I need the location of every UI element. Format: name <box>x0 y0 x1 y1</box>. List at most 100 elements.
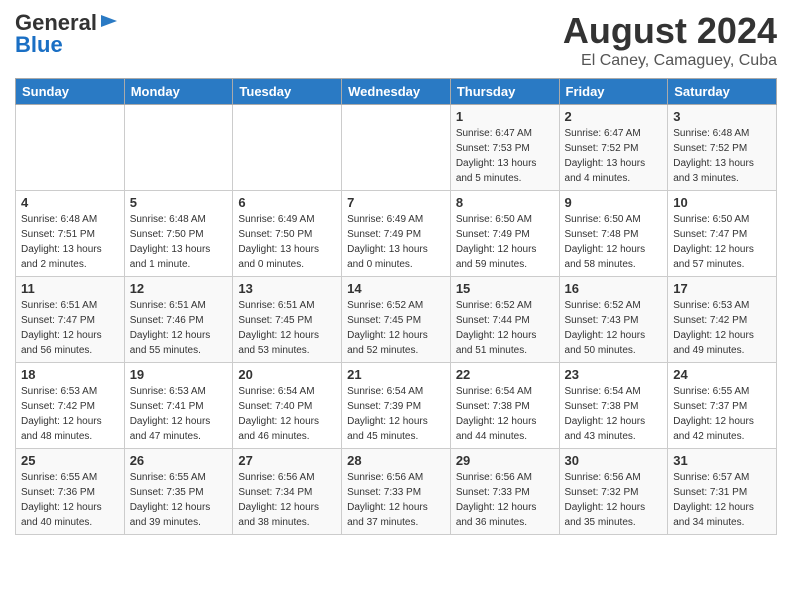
location-subtitle: El Caney, Camaguey, Cuba <box>563 52 777 70</box>
calendar-cell: 27 Sunrise: 6:56 AMSunset: 7:34 PMDayligh… <box>233 449 342 535</box>
calendar-week-row: 1Sunrise: 6:47 AMSunset: 7:53 PMDaylight… <box>16 105 777 191</box>
calendar-table: SundayMondayTuesdayWednesdayThursdayFrid… <box>15 78 777 535</box>
day-info: Sunrise: 6:49 AMSunset: 7:50 PMDaylight:… <box>238 212 336 272</box>
col-header-thursday: Thursday <box>450 79 559 105</box>
calendar-cell: 15Sunrise: 6:52 AMSunset: 7:44 PMDayligh… <box>450 277 559 363</box>
calendar-cell: 19 Sunrise: 6:53 AMSunset: 7:41 PMDayligh… <box>124 363 233 449</box>
calendar-cell: 20Sunrise: 6:54 AMSunset: 7:40 PMDayligh… <box>233 363 342 449</box>
day-number: 23 <box>565 367 663 382</box>
col-header-tuesday: Tuesday <box>233 79 342 105</box>
day-info: Sunrise: 6:56 AMSunset: 7:33 PMDaylight:… <box>347 470 445 530</box>
day-info: Sunrise: 6:55 AMSunset: 7:36 PMDaylight:… <box>21 470 119 530</box>
day-info: Sunrise: 6:50 AMSunset: 7:47 PMDaylight:… <box>673 212 771 272</box>
day-number: 11 <box>21 281 119 296</box>
day-info: Sunrise: 6:52 AMSunset: 7:43 PMDaylight:… <box>565 298 663 358</box>
logo: General Blue <box>15 10 121 58</box>
day-number: 19 <box>130 367 228 382</box>
day-number: 3 <box>673 109 771 124</box>
calendar-header-row: SundayMondayTuesdayWednesdayThursdayFrid… <box>16 79 777 105</box>
calendar-cell: 23 Sunrise: 6:54 AMSunset: 7:38 PMDayligh… <box>559 363 668 449</box>
day-info: Sunrise: 6:55 AMSunset: 7:37 PMDaylight:… <box>673 384 771 444</box>
calendar-cell: 24Sunrise: 6:55 AMSunset: 7:37 PMDayligh… <box>668 363 777 449</box>
day-info: Sunrise: 6:53 AMSunset: 7:41 PMDaylight:… <box>130 384 228 444</box>
day-number: 12 <box>130 281 228 296</box>
day-info: Sunrise: 6:47 AMSunset: 7:53 PMDaylight:… <box>456 126 554 186</box>
day-info: Sunrise: 6:49 AMSunset: 7:49 PMDaylight:… <box>347 212 445 272</box>
day-number: 25 <box>21 453 119 468</box>
day-number: 22 <box>456 367 554 382</box>
day-number: 31 <box>673 453 771 468</box>
calendar-cell: 2 Sunrise: 6:47 AMSunset: 7:52 PMDaylight… <box>559 105 668 191</box>
col-header-sunday: Sunday <box>16 79 125 105</box>
calendar-cell: 29Sunrise: 6:56 AMSunset: 7:33 PMDayligh… <box>450 449 559 535</box>
calendar-cell: 28 Sunrise: 6:56 AMSunset: 7:33 PMDayligh… <box>342 449 451 535</box>
calendar-cell: 13 Sunrise: 6:51 AMSunset: 7:45 PMDayligh… <box>233 277 342 363</box>
day-info: Sunrise: 6:55 AMSunset: 7:35 PMDaylight:… <box>130 470 228 530</box>
col-header-saturday: Saturday <box>668 79 777 105</box>
day-number: 5 <box>130 195 228 210</box>
day-number: 7 <box>347 195 445 210</box>
day-number: 15 <box>456 281 554 296</box>
day-info: Sunrise: 6:56 AMSunset: 7:34 PMDaylight:… <box>238 470 336 530</box>
day-number: 28 <box>347 453 445 468</box>
day-info: Sunrise: 6:51 AMSunset: 7:45 PMDaylight:… <box>238 298 336 358</box>
calendar-cell: 18 Sunrise: 6:53 AMSunset: 7:42 PMDayligh… <box>16 363 125 449</box>
calendar-cell: 30Sunrise: 6:56 AMSunset: 7:32 PMDayligh… <box>559 449 668 535</box>
day-info: Sunrise: 6:50 AMSunset: 7:48 PMDaylight:… <box>565 212 663 272</box>
day-info: Sunrise: 6:48 AMSunset: 7:50 PMDaylight:… <box>130 212 228 272</box>
calendar-cell <box>233 105 342 191</box>
day-info: Sunrise: 6:52 AMSunset: 7:45 PMDaylight:… <box>347 298 445 358</box>
day-number: 30 <box>565 453 663 468</box>
calendar-cell: 21 Sunrise: 6:54 AMSunset: 7:39 PMDayligh… <box>342 363 451 449</box>
calendar-cell: 14 Sunrise: 6:52 AMSunset: 7:45 PMDayligh… <box>342 277 451 363</box>
calendar-week-row: 11 Sunrise: 6:51 AMSunset: 7:47 PMDayligh… <box>16 277 777 363</box>
day-number: 2 <box>565 109 663 124</box>
day-info: Sunrise: 6:48 AMSunset: 7:52 PMDaylight:… <box>673 126 771 186</box>
day-number: 16 <box>565 281 663 296</box>
calendar-cell: 10Sunrise: 6:50 AMSunset: 7:47 PMDayligh… <box>668 191 777 277</box>
calendar-cell: 12 Sunrise: 6:51 AMSunset: 7:46 PMDayligh… <box>124 277 233 363</box>
day-info: Sunrise: 6:53 AMSunset: 7:42 PMDaylight:… <box>21 384 119 444</box>
day-number: 27 <box>238 453 336 468</box>
header: General Blue August 2024 El Caney, Camag… <box>15 10 777 70</box>
calendar-cell <box>342 105 451 191</box>
day-info: Sunrise: 6:48 AMSunset: 7:51 PMDaylight:… <box>21 212 119 272</box>
calendar-week-row: 25 Sunrise: 6:55 AMSunset: 7:36 PMDayligh… <box>16 449 777 535</box>
calendar-cell: 5 Sunrise: 6:48 AMSunset: 7:50 PMDaylight… <box>124 191 233 277</box>
calendar-cell <box>124 105 233 191</box>
calendar-cell: 1Sunrise: 6:47 AMSunset: 7:53 PMDaylight… <box>450 105 559 191</box>
day-info: Sunrise: 6:54 AMSunset: 7:39 PMDaylight:… <box>347 384 445 444</box>
calendar-cell: 25 Sunrise: 6:55 AMSunset: 7:36 PMDayligh… <box>16 449 125 535</box>
calendar-cell: 9Sunrise: 6:50 AMSunset: 7:48 PMDaylight… <box>559 191 668 277</box>
day-info: Sunrise: 6:51 AMSunset: 7:46 PMDaylight:… <box>130 298 228 358</box>
day-info: Sunrise: 6:53 AMSunset: 7:42 PMDaylight:… <box>673 298 771 358</box>
calendar-week-row: 18 Sunrise: 6:53 AMSunset: 7:42 PMDayligh… <box>16 363 777 449</box>
day-number: 18 <box>21 367 119 382</box>
calendar-cell: 22Sunrise: 6:54 AMSunset: 7:38 PMDayligh… <box>450 363 559 449</box>
day-number: 14 <box>347 281 445 296</box>
calendar-cell: 8Sunrise: 6:50 AMSunset: 7:49 PMDaylight… <box>450 191 559 277</box>
day-number: 13 <box>238 281 336 296</box>
logo-flag-icon <box>99 13 119 33</box>
day-number: 26 <box>130 453 228 468</box>
title-area: August 2024 El Caney, Camaguey, Cuba <box>563 10 777 70</box>
calendar-cell: 31Sunrise: 6:57 AMSunset: 7:31 PMDayligh… <box>668 449 777 535</box>
month-year-title: August 2024 <box>563 10 777 52</box>
col-header-friday: Friday <box>559 79 668 105</box>
calendar-cell: 7 Sunrise: 6:49 AMSunset: 7:49 PMDaylight… <box>342 191 451 277</box>
day-info: Sunrise: 6:51 AMSunset: 7:47 PMDaylight:… <box>21 298 119 358</box>
day-number: 29 <box>456 453 554 468</box>
day-info: Sunrise: 6:54 AMSunset: 7:40 PMDaylight:… <box>238 384 336 444</box>
calendar-cell: 16 Sunrise: 6:52 AMSunset: 7:43 PMDayligh… <box>559 277 668 363</box>
day-info: Sunrise: 6:54 AMSunset: 7:38 PMDaylight:… <box>565 384 663 444</box>
calendar-cell: 17 Sunrise: 6:53 AMSunset: 7:42 PMDayligh… <box>668 277 777 363</box>
calendar-cell: 4 Sunrise: 6:48 AMSunset: 7:51 PMDaylight… <box>16 191 125 277</box>
day-number: 4 <box>21 195 119 210</box>
calendar-cell: 11 Sunrise: 6:51 AMSunset: 7:47 PMDayligh… <box>16 277 125 363</box>
day-number: 21 <box>347 367 445 382</box>
day-number: 6 <box>238 195 336 210</box>
day-number: 17 <box>673 281 771 296</box>
calendar-cell: 6 Sunrise: 6:49 AMSunset: 7:50 PMDaylight… <box>233 191 342 277</box>
day-info: Sunrise: 6:47 AMSunset: 7:52 PMDaylight:… <box>565 126 663 186</box>
calendar-cell: 3 Sunrise: 6:48 AMSunset: 7:52 PMDaylight… <box>668 105 777 191</box>
